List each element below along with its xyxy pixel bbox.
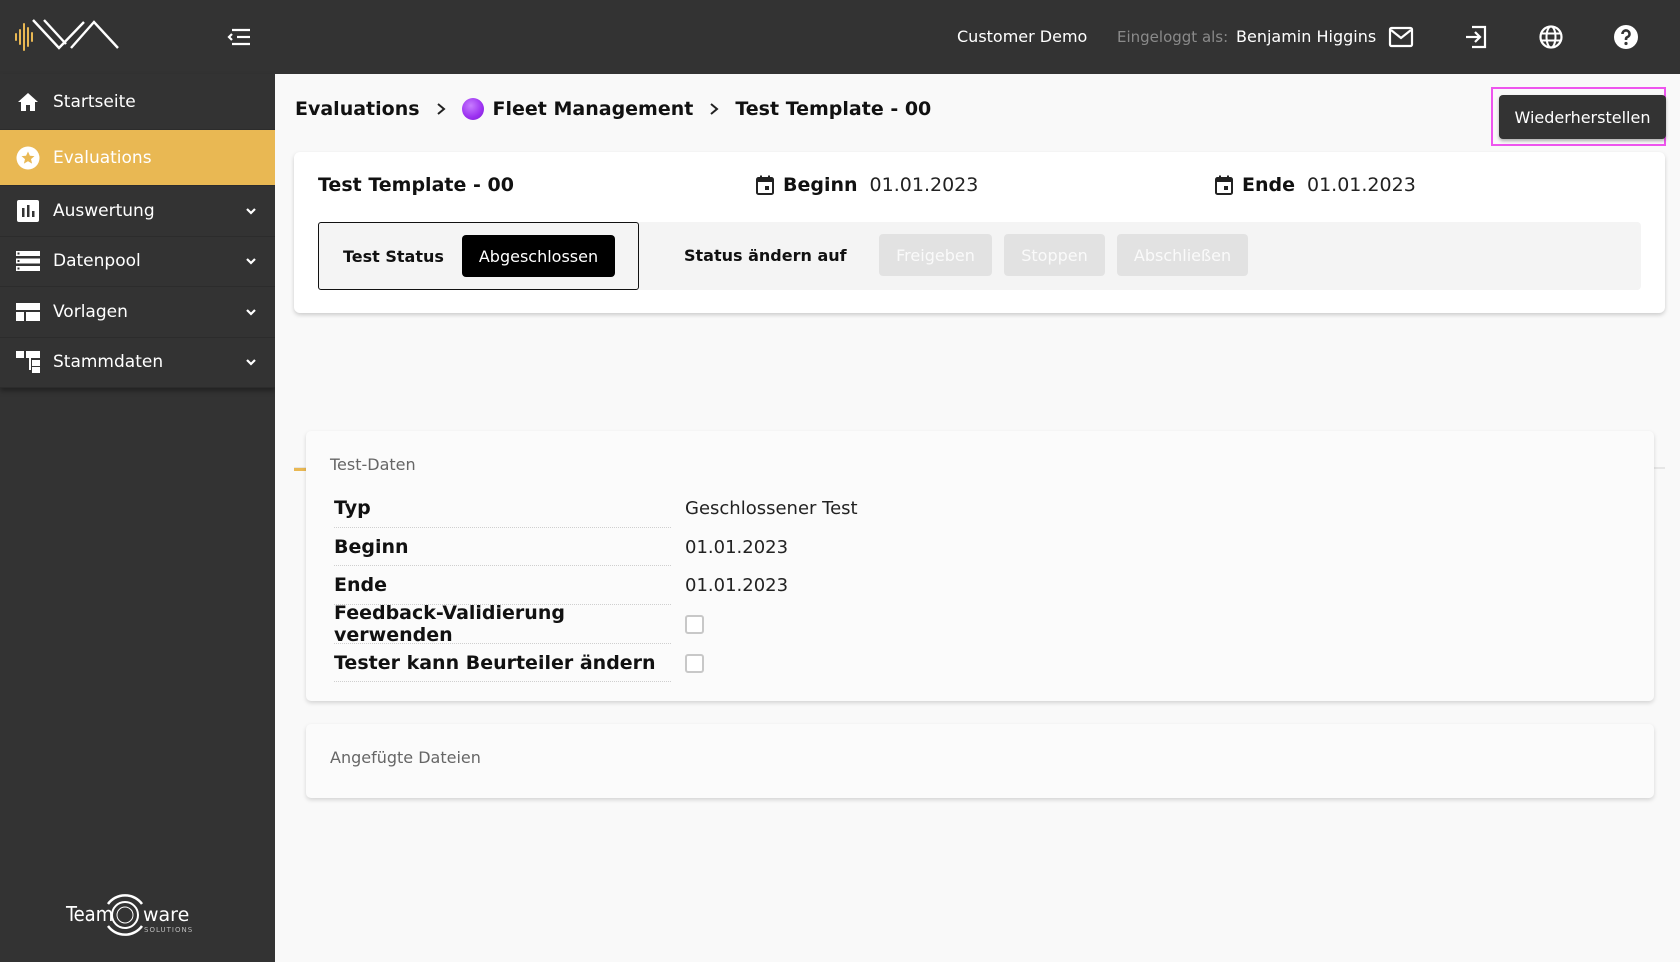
- brand-name: Team: [65, 902, 113, 926]
- breadcrumb-evaluations[interactable]: Evaluations: [295, 98, 420, 120]
- template-icon: [16, 300, 40, 324]
- row-key: Ende: [334, 566, 671, 606]
- sidebar-item-label: Evaluations: [53, 147, 152, 168]
- test-title: Test Template - 00: [318, 174, 514, 196]
- main-content: Evaluations Fleet Management Test Templa…: [275, 74, 1680, 962]
- brand-sub: SOLUTIONS: [144, 926, 193, 934]
- bar-chart-icon: [16, 199, 40, 223]
- status-badge: Abgeschlossen: [462, 235, 615, 277]
- panel-title: Angefügte Dateien: [330, 748, 481, 767]
- table-row: Feedback-Validierung verwenden: [334, 602, 858, 646]
- calendar-icon: [1215, 175, 1233, 195]
- chevron-down-icon: [246, 308, 256, 316]
- sidebar-item-label: Startseite: [53, 91, 136, 112]
- menu-collapse-icon[interactable]: [226, 26, 252, 48]
- test-status-label: Test Status: [343, 247, 444, 266]
- user-name: Benjamin Higgins: [1236, 27, 1377, 46]
- logged-in-label: Eingeloggt als:: [1117, 28, 1229, 46]
- sidebar-item-auswertung[interactable]: Auswertung: [0, 186, 275, 237]
- chevron-right-icon: [710, 103, 719, 115]
- table-row: Ende 01.01.2023: [334, 566, 858, 606]
- begin-label: Beginn: [783, 174, 858, 196]
- row-key: Typ: [334, 489, 671, 528]
- sidebar-item-startseite[interactable]: Startseite: [0, 74, 275, 130]
- topbar: Customer Demo Eingeloggt als: Benjamin H…: [275, 0, 1680, 74]
- test-data-table: Typ Geschlossener Test Beginn 01.01.2023…: [334, 489, 858, 683]
- row-key: Tester kann Beurteiler ändern: [334, 644, 671, 683]
- table-row: Tester kann Beurteiler ändern: [334, 644, 858, 683]
- chevron-down-icon: [246, 258, 256, 265]
- test-status-box: Test Status Abgeschlossen: [318, 222, 639, 290]
- logo-area: [0, 0, 275, 74]
- sidebar: Startseite Evaluations Auswertung Datenp…: [0, 0, 275, 962]
- test-data-panel: Test-Daten Typ Geschlossener Test Beginn…: [306, 431, 1654, 701]
- sidebar-item-datenpool[interactable]: Datenpool: [0, 237, 275, 287]
- attachments-panel: Angefügte Dateien: [306, 724, 1654, 798]
- row-key: Feedback-Validierung verwenden: [334, 602, 671, 646]
- breadcrumb-fleet-management[interactable]: Fleet Management: [493, 98, 694, 120]
- home-icon: [16, 90, 40, 114]
- sidebar-nav: Startseite Evaluations Auswertung Datenp…: [0, 74, 275, 388]
- status-strip: Test Status Abgeschlossen Status ändern …: [318, 222, 1641, 290]
- logout-icon[interactable]: [1463, 24, 1489, 50]
- sidebar-item-label: Vorlagen: [53, 301, 128, 322]
- end-label: Ende: [1242, 174, 1295, 196]
- table-row: Typ Geschlossener Test: [334, 489, 858, 528]
- complete-button[interactable]: Abschließen: [1117, 234, 1248, 276]
- sidebar-item-label: Stammdaten: [53, 352, 164, 373]
- release-button[interactable]: Freigeben: [879, 234, 992, 276]
- breadcrumb: Evaluations Fleet Management Test Templa…: [295, 98, 931, 120]
- table-row: Beginn 01.01.2023: [334, 528, 858, 567]
- app-logo[interactable]: [14, 18, 124, 54]
- database-list-icon: [16, 249, 40, 273]
- star-circle-icon: [16, 146, 40, 170]
- chevron-right-icon: [436, 103, 446, 115]
- customer-name[interactable]: Customer Demo: [957, 27, 1087, 46]
- feedback-validation-checkbox[interactable]: [685, 614, 704, 634]
- panel-title: Test-Daten: [330, 455, 416, 474]
- begin-date: Beginn 01.01.2023: [756, 174, 978, 196]
- stop-button[interactable]: Stoppen: [1004, 234, 1105, 276]
- tester-can-change-rater-checkbox[interactable]: [685, 653, 704, 673]
- chevron-down-icon: [246, 359, 256, 366]
- mail-icon[interactable]: [1388, 24, 1414, 50]
- hierarchy-icon: [16, 350, 40, 374]
- end-value: 01.01.2023: [1307, 174, 1416, 196]
- sidebar-item-label: Auswertung: [53, 200, 155, 221]
- sidebar-item-vorlagen[interactable]: Vorlagen: [0, 287, 275, 338]
- row-key: Beginn: [334, 528, 671, 567]
- test-header-card: Test Template - 00 Beginn 01.01.2023 End…: [294, 152, 1665, 313]
- sidebar-item-label: Datenpool: [53, 251, 141, 272]
- category-color-dot: [461, 98, 484, 120]
- begin-value: 01.01.2023: [869, 174, 979, 196]
- restore-button[interactable]: Wiederherstellen: [1499, 95, 1666, 139]
- brand-name-2: ware: [143, 904, 189, 926]
- teamware-logo: Team ware SOLUTIONS: [65, 894, 193, 936]
- breadcrumb-current: Test Template - 00: [735, 98, 932, 120]
- row-value: Geschlossener Test: [685, 497, 858, 519]
- row-value: 01.01.2023: [685, 575, 789, 597]
- row-value: 01.01.2023: [685, 536, 789, 558]
- restore-highlight: Wiederherstellen: [1491, 87, 1666, 146]
- sidebar-item-evaluations[interactable]: Evaluations: [0, 130, 275, 186]
- change-status-label: Status ändern auf: [684, 246, 847, 265]
- help-icon[interactable]: [1613, 24, 1639, 50]
- chevron-down-icon: [246, 207, 256, 215]
- end-date: Ende 01.01.2023: [1215, 174, 1416, 196]
- calendar-icon: [756, 175, 774, 195]
- globe-icon[interactable]: [1538, 24, 1564, 50]
- sidebar-item-stammdaten[interactable]: Stammdaten: [0, 338, 275, 388]
